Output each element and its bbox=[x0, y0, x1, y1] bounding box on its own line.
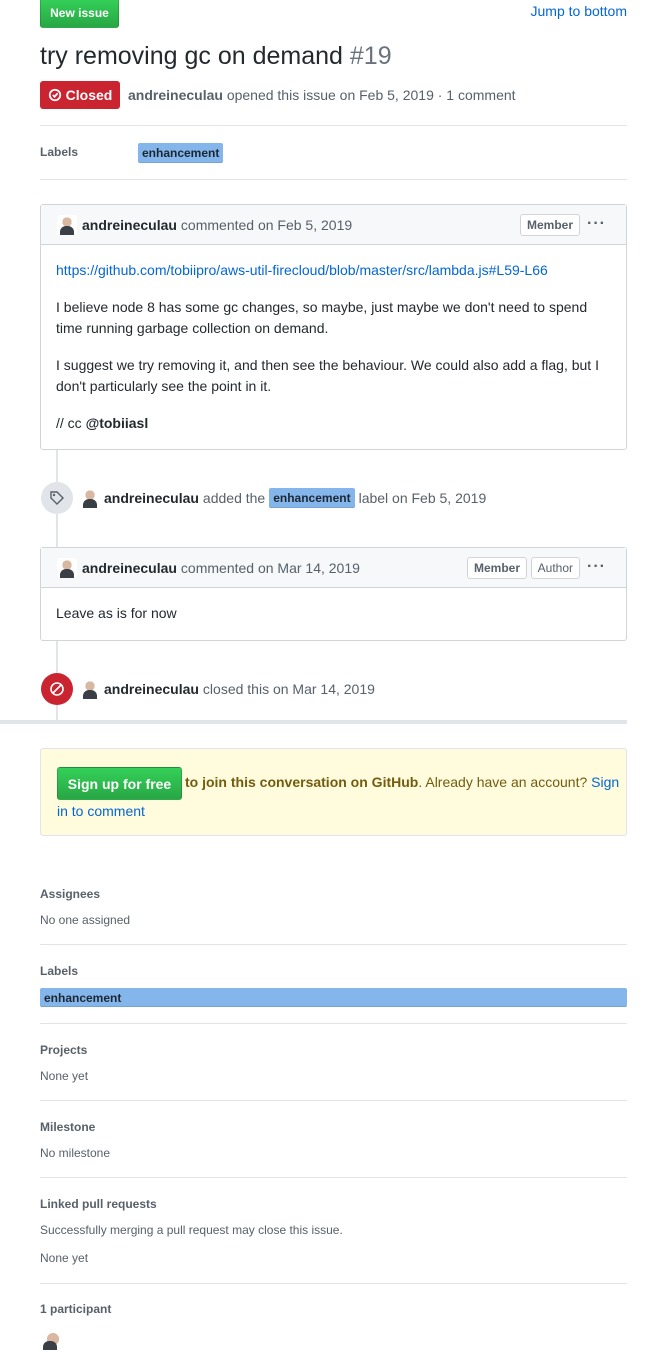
issue-number: #19 bbox=[349, 42, 392, 70]
divider bbox=[40, 1177, 627, 1178]
comment-author[interactable]: andreineculau bbox=[82, 560, 177, 576]
divider bbox=[40, 944, 627, 945]
divider bbox=[40, 1100, 627, 1101]
issue-title: try removing gc on demand #19 bbox=[40, 42, 392, 71]
projects-heading[interactable]: Projects bbox=[40, 1043, 87, 1057]
avatar[interactable] bbox=[80, 679, 100, 699]
signup-bold-text: to join this conversation on GitHub bbox=[185, 774, 419, 790]
comment-body: Leave as is for now bbox=[41, 588, 626, 639]
issue-title-text: try removing gc on demand bbox=[40, 42, 343, 70]
divider bbox=[40, 1283, 627, 1284]
issue-author-link[interactable]: andreineculau bbox=[128, 87, 223, 103]
comment-author[interactable]: andreineculau bbox=[82, 217, 177, 233]
milestone-heading[interactable]: Milestone bbox=[40, 1120, 95, 1134]
label-event: andreineculau added the enhancement labe… bbox=[80, 488, 486, 508]
member-badge: Member bbox=[466, 557, 527, 579]
issue-closed-icon bbox=[41, 673, 73, 705]
event-author[interactable]: andreineculau bbox=[104, 681, 199, 697]
milestone-value: No milestone bbox=[40, 1146, 111, 1160]
linked-prs-description: Successfully merging a pull request may … bbox=[40, 1223, 343, 1237]
more-options-icon[interactable]: ··· bbox=[587, 559, 606, 575]
new-issue-button[interactable]: New issue bbox=[40, 0, 119, 28]
comment-timestamp[interactable]: commented on Feb 5, 2019 bbox=[181, 217, 352, 233]
comment-paragraph: I suggest we try removing it, and then s… bbox=[56, 357, 599, 394]
divider bbox=[40, 1023, 627, 1024]
assignees-value: No one assigned bbox=[40, 913, 131, 927]
sign-in-link[interactable]: Sign bbox=[591, 774, 619, 790]
divider bbox=[40, 125, 627, 126]
status-badge: Closed bbox=[40, 81, 120, 109]
avatar[interactable] bbox=[57, 214, 77, 235]
signup-text: to join this conversation on GitHub. Alr… bbox=[185, 774, 619, 790]
comment-header: andreineculau commented on Mar 14, 2019 … bbox=[41, 548, 626, 588]
label-enhancement[interactable]: enhancement bbox=[40, 988, 627, 1007]
label-enhancement[interactable]: enhancement bbox=[269, 488, 355, 508]
sign-in-link-cont[interactable]: in to comment bbox=[57, 803, 145, 819]
mention-link[interactable]: @tobiiasl bbox=[86, 415, 149, 431]
comment-body: https://github.com/tobiipro/aws-util-fir… bbox=[41, 245, 626, 449]
projects-value: None yet bbox=[40, 1069, 89, 1083]
comment-card: andreineculau commented on Mar 14, 2019 … bbox=[40, 547, 627, 641]
comment-cc: // cc @tobiiasl bbox=[56, 413, 611, 434]
signup-rest-text: . Already have an account? bbox=[418, 774, 588, 790]
issue-meta-text: opened this issue on Feb 5, 2019 · 1 com… bbox=[226, 87, 516, 103]
jump-to-bottom-link[interactable]: Jump to bottom bbox=[500, 3, 628, 19]
timeline-end-divider bbox=[0, 720, 627, 724]
sign-up-button[interactable]: Sign up for free bbox=[57, 767, 182, 800]
signup-banner: Sign up for free to join this conversati… bbox=[40, 748, 627, 836]
labels-heading: Labels bbox=[40, 145, 79, 159]
avatar[interactable] bbox=[80, 488, 100, 508]
labels-sidebar-heading[interactable]: Labels bbox=[40, 964, 78, 978]
member-badge: Member bbox=[519, 214, 580, 236]
author-badge: Author bbox=[530, 557, 580, 579]
close-event: andreineculau closed this on Mar 14, 201… bbox=[80, 679, 375, 699]
tag-icon bbox=[41, 482, 73, 514]
issue-meta: andreineculau opened this issue on Feb 5… bbox=[128, 87, 516, 103]
linked-prs-heading[interactable]: Linked pull requests bbox=[40, 1197, 157, 1211]
comment-timestamp[interactable]: commented on Mar 14, 2019 bbox=[181, 560, 360, 576]
issue-closed-icon bbox=[48, 88, 61, 102]
cc-prefix: // cc bbox=[56, 415, 82, 431]
status-text: Closed bbox=[65, 87, 113, 103]
avatar[interactable] bbox=[57, 557, 77, 578]
participant-avatar[interactable] bbox=[40, 1330, 66, 1356]
event-text: label on Feb 5, 2019 bbox=[358, 490, 487, 506]
participants-heading: 1 participant bbox=[40, 1302, 112, 1316]
comment-header: andreineculau commented on Feb 5, 2019 M… bbox=[41, 205, 626, 245]
comment-paragraph: Leave as is for now bbox=[56, 605, 177, 621]
comment-paragraph: I believe node 8 has some gc changes, so… bbox=[56, 299, 588, 336]
event-author[interactable]: andreineculau bbox=[104, 490, 199, 506]
more-options-icon[interactable]: ··· bbox=[587, 216, 606, 232]
event-text: closed this on Mar 14, 2019 bbox=[202, 681, 375, 697]
assignees-heading[interactable]: Assignees bbox=[40, 887, 100, 901]
event-text: added the bbox=[202, 490, 266, 506]
linked-prs-value: None yet bbox=[40, 1251, 89, 1265]
comment-link[interactable]: https://github.com/tobiipro/aws-util-fir… bbox=[56, 262, 548, 278]
divider bbox=[40, 179, 627, 180]
comment-card: andreineculau commented on Feb 5, 2019 M… bbox=[40, 204, 627, 450]
label-enhancement[interactable]: enhancement bbox=[138, 143, 224, 163]
